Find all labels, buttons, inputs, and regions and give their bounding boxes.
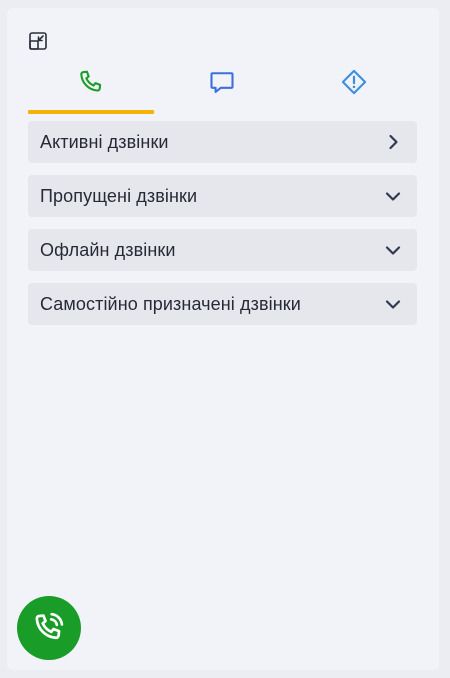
section-offline-calls[interactable]: Офлайн дзвінки (28, 229, 417, 271)
calls-panel: Активні дзвінки Пропущені дзвінки Офлайн… (7, 8, 439, 670)
phone-ringing-icon (35, 612, 64, 640)
active-tab-indicator (28, 110, 154, 114)
section-missed-calls[interactable]: Пропущені дзвінки (28, 175, 417, 217)
tab-calls[interactable] (28, 54, 154, 114)
tab-messages[interactable] (159, 54, 285, 110)
chevron-down-icon (383, 240, 403, 260)
minimize-window-icon (29, 32, 47, 50)
section-active-calls[interactable]: Активні дзвінки (28, 121, 417, 163)
chevron-down-icon (383, 186, 403, 206)
chat-bubble-icon (210, 72, 234, 93)
call-action-button[interactable] (17, 596, 81, 660)
warning-diamond-icon (341, 69, 367, 95)
section-self-assigned-calls[interactable]: Самостійно призначені дзвінки (28, 283, 417, 325)
section-label: Пропущені дзвінки (40, 185, 198, 206)
chevron-right-icon (383, 132, 403, 152)
section-label: Самостійно призначені дзвінки (40, 293, 301, 314)
chevron-down-icon (383, 294, 403, 314)
minimize-button[interactable] (29, 32, 47, 50)
section-label: Активні дзвінки (40, 131, 169, 152)
section-label: Офлайн дзвінки (40, 239, 176, 260)
phone-icon (80, 70, 102, 92)
tab-alerts[interactable] (291, 54, 417, 110)
tab-bar (28, 54, 417, 114)
